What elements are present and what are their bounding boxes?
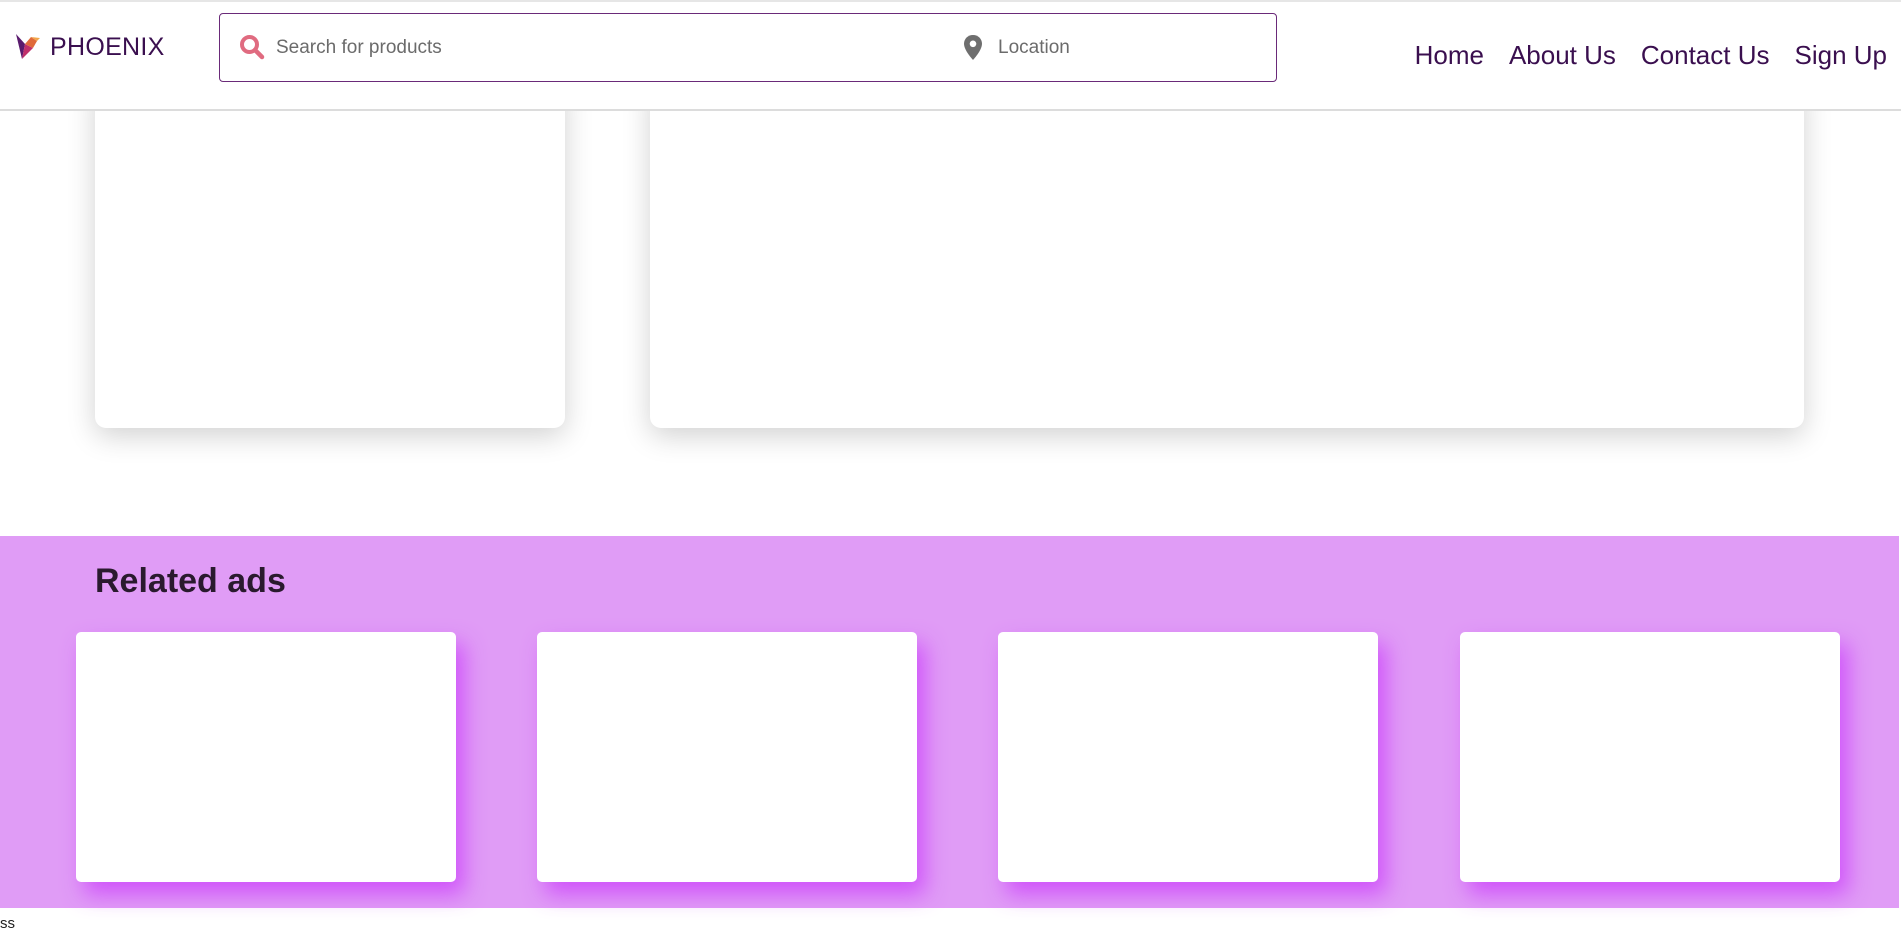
related-ad-card[interactable] (1460, 632, 1840, 882)
nav-home-link[interactable]: Home (1415, 40, 1484, 71)
product-details-card (650, 80, 1804, 428)
brand-logo[interactable]: PHOENIX (13, 32, 165, 62)
nav-about-us-link[interactable]: About Us (1509, 40, 1616, 71)
product-image-card (95, 80, 565, 428)
search-bar (219, 13, 1277, 82)
footer-text: ss (0, 915, 15, 932)
nav-sign-up-link[interactable]: Sign Up (1795, 40, 1888, 71)
main-nav: Home About Us Contact Us Sign Up (1415, 40, 1887, 71)
related-ad-card[interactable] (998, 632, 1378, 882)
related-ads-title: Related ads (95, 562, 286, 600)
related-ads-section: Related ads (0, 536, 1899, 908)
phoenix-bird-icon (16, 34, 40, 59)
related-ad-card[interactable] (76, 632, 456, 882)
location-pin-icon (963, 34, 983, 66)
location-input[interactable] (996, 32, 1260, 64)
nav-contact-us-link[interactable]: Contact Us (1641, 40, 1770, 71)
top-navbar: PHOENIX Home About Us Contact Us Sign Up (0, 0, 1901, 111)
brand-name: PHOENIX (50, 32, 165, 61)
search-input[interactable] (274, 32, 938, 64)
related-ad-card[interactable] (537, 632, 917, 882)
search-icon[interactable] (239, 34, 265, 65)
